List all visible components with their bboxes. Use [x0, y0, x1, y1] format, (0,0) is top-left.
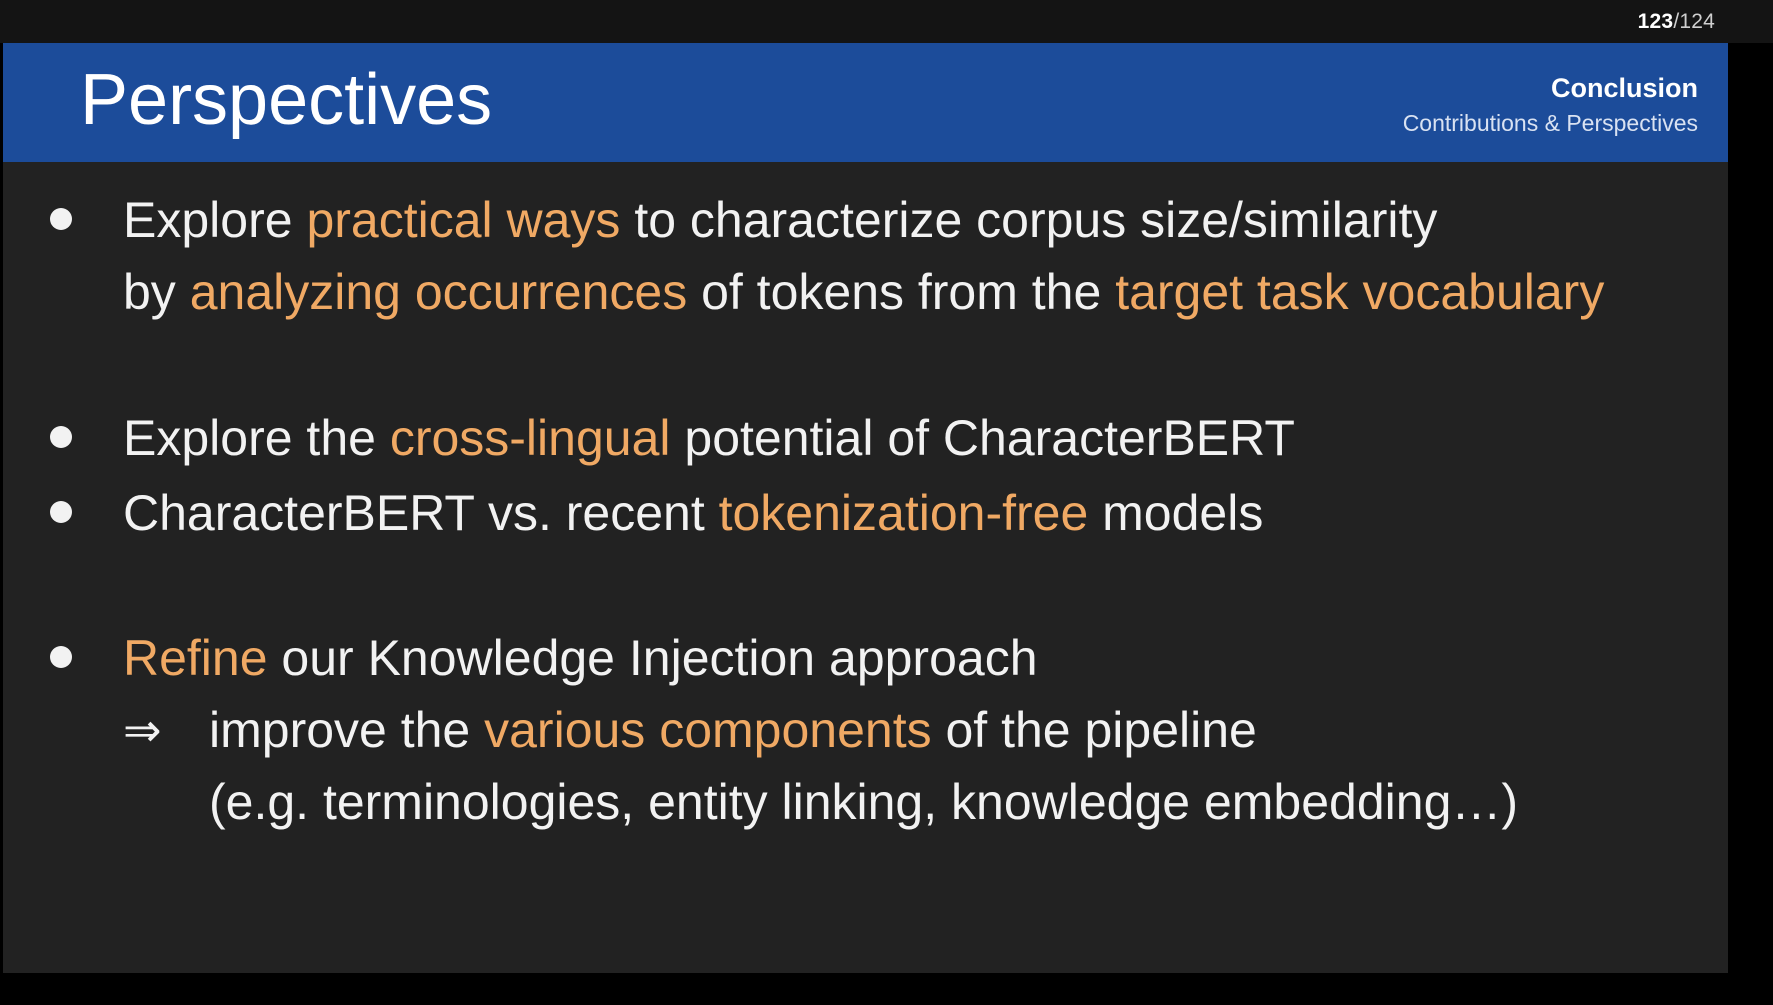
bullet-2-line-1: Explore the cross-lingual potential of C…: [123, 413, 1295, 463]
bullet-4-line-1: Refine our Knowledge Injection approach: [123, 633, 1038, 683]
section-name: Conclusion: [1551, 73, 1698, 103]
text: potential of CharacterBERT: [670, 410, 1295, 466]
highlight: Refine: [123, 630, 268, 686]
page-current: 123: [1637, 10, 1674, 33]
highlight: target task vocabulary: [1115, 264, 1605, 320]
bullet-4-line-2: improve the various components of the pi…: [209, 705, 1257, 755]
highlight: various components: [484, 702, 932, 758]
highlight: tokenization-free: [718, 485, 1089, 541]
bullet-4-line-3: (e.g. terminologies, entity linking, kno…: [209, 777, 1518, 827]
bullet-3-line-1: CharacterBERT vs. recent tokenization-fr…: [123, 488, 1263, 538]
text: improve the: [209, 702, 485, 758]
bullet-dot-2: [50, 426, 72, 448]
subsection-name: Contributions & Perspectives: [1402, 110, 1698, 136]
text: by: [123, 264, 190, 320]
text: of the pipeline: [931, 702, 1257, 758]
text: models: [1088, 485, 1264, 541]
bullet-1-line-2: by analyzing occurrences of tokens from …: [123, 267, 1604, 317]
page-total: /124: [1673, 10, 1715, 33]
highlight: practical ways: [306, 192, 621, 248]
text: Explore the: [123, 410, 390, 466]
top-strip: 123/124: [0, 0, 1773, 43]
bullet-dot-4: [50, 646, 72, 668]
text: to characterize corpus size/similarity: [620, 192, 1438, 248]
implies-arrow-icon: ⇒: [123, 704, 162, 756]
text: CharacterBERT vs. recent: [123, 485, 719, 541]
highlight: cross-lingual: [389, 410, 671, 466]
video-frame: 123/124 Perspectives Conclusion Contribu…: [0, 0, 1773, 1005]
slide: Perspectives Conclusion Contributions & …: [3, 43, 1728, 973]
text: of tokens from the: [687, 264, 1116, 320]
text: our Knowledge Injection approach: [267, 630, 1038, 686]
text: Explore: [123, 192, 307, 248]
highlight: analyzing occurrences: [189, 264, 688, 320]
page-counter: 123/124: [1638, 10, 1715, 34]
text: (e.g. terminologies, entity linking, kno…: [209, 774, 1519, 830]
slide-title: Perspectives: [80, 60, 493, 140]
slide-header: Perspectives Conclusion Contributions & …: [3, 43, 1728, 162]
bullet-dot-1: [50, 208, 72, 230]
bullet-1-line-1: Explore practical ways to characterize c…: [123, 195, 1437, 245]
bullet-dot-3: [50, 501, 72, 523]
